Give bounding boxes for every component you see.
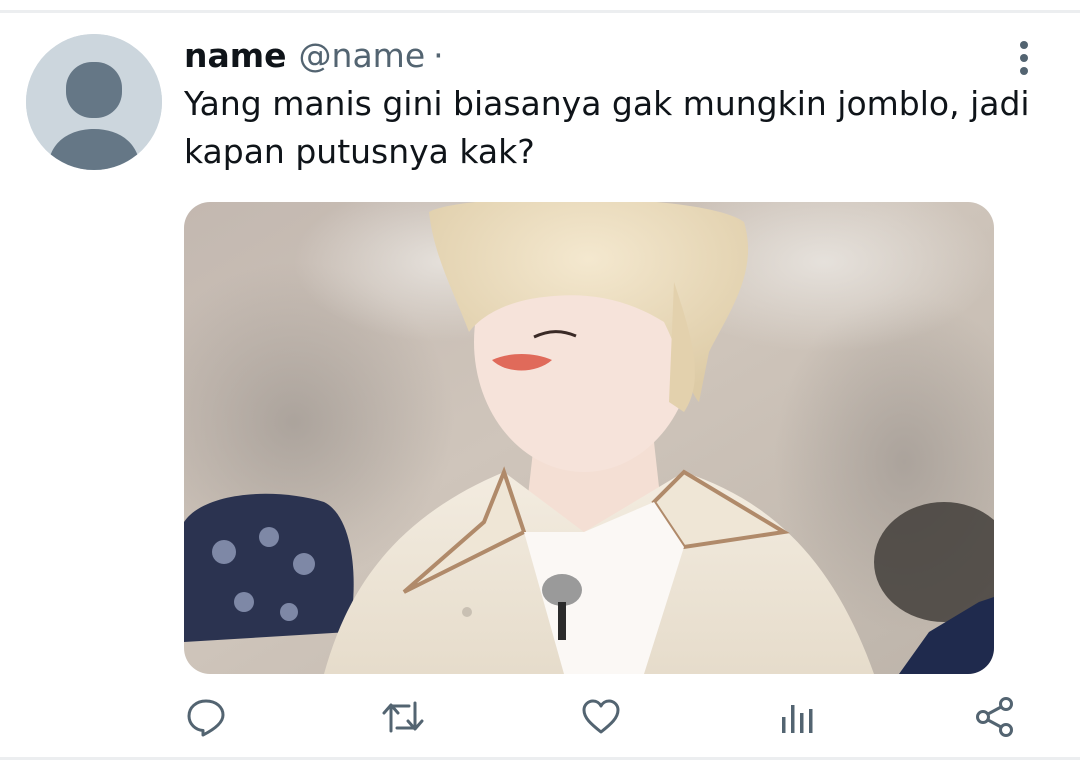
reply-button[interactable]: [183, 694, 229, 740]
more-options-button[interactable]: [1006, 38, 1042, 78]
top-divider: [0, 10, 1080, 13]
default-profile-icon: [26, 34, 162, 170]
share-button[interactable]: [972, 694, 1018, 740]
tweet-text: Yang manis gini biasanya gak mungkin jom…: [184, 84, 1030, 171]
retweet-icon: [382, 701, 424, 733]
avatar[interactable]: [26, 34, 162, 170]
header-separator: ·: [433, 36, 444, 75]
analytics-icon: [782, 705, 813, 733]
tweet-actions: [0, 694, 1080, 740]
share-icon: [976, 697, 1013, 737]
tweet-header: name @name ·: [184, 36, 444, 80]
display-name[interactable]: name: [184, 36, 287, 75]
bottom-divider: [0, 757, 1080, 760]
like-button[interactable]: [578, 694, 624, 740]
retweet-button[interactable]: [380, 694, 426, 740]
heart-icon: [582, 699, 620, 734]
user-handle[interactable]: @name: [299, 36, 426, 75]
more-vertical-icon: [1020, 41, 1028, 75]
reply-icon: [187, 699, 225, 737]
analytics-button[interactable]: [775, 694, 821, 740]
tweet-photo[interactable]: [184, 202, 994, 674]
photo-image: [184, 202, 994, 674]
